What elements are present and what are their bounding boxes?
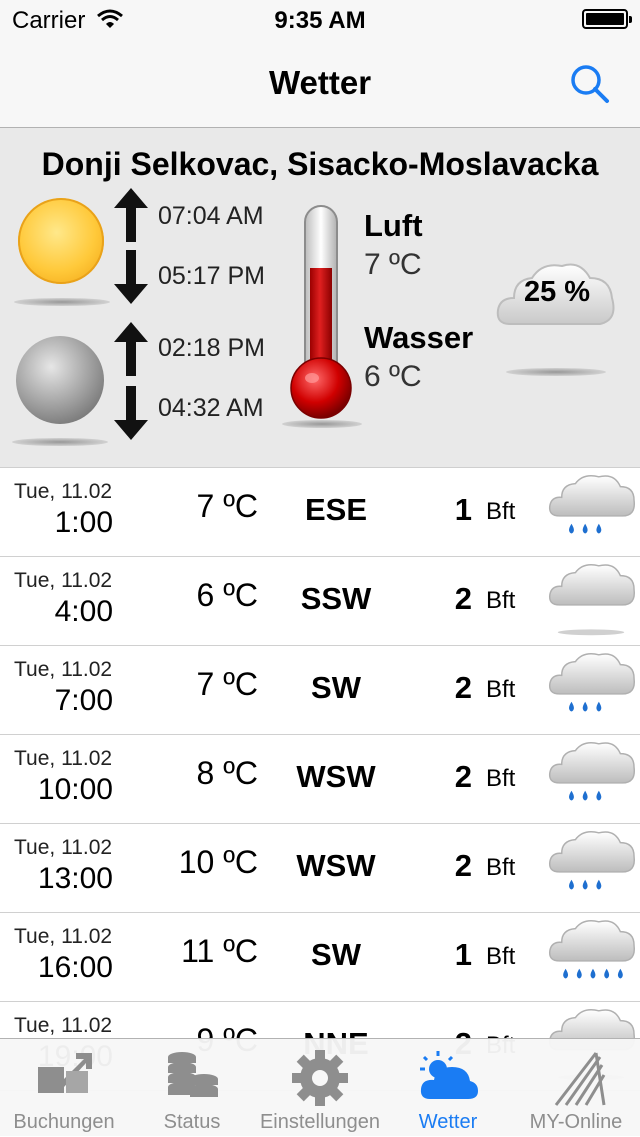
cloud-icon [548, 564, 636, 636]
air-temperature: 7 ºC [364, 248, 422, 281]
forecast-date: Tue, 11.02 [14, 658, 113, 681]
clock: 9:35 AM [274, 7, 366, 34]
wind-unit: Bft [486, 676, 516, 703]
forecast-row[interactable]: Tue, 11.02 1:00 7 ºC ESE 1 Bft [0, 468, 640, 557]
forecast-time: 13:00 [37, 862, 113, 895]
coins-stack-icon [168, 1052, 218, 1097]
forecast-date: Tue, 11.02 [14, 480, 113, 503]
forecast-date: Tue, 11.02 [14, 1014, 113, 1037]
wind-unit: Bft [486, 943, 516, 970]
water-temperature: 6 ºC [364, 360, 422, 393]
weather-summary: Donji Selkovac, Sisacko-Moslavacka 07:04… [0, 128, 640, 468]
gear-icon [292, 1050, 348, 1106]
arrow-up-icon [114, 322, 148, 376]
cloud-cover-value: 25 % [523, 276, 591, 308]
forecast-row[interactable]: Tue, 11.02 13:00 10 ºC WSW 2 Bft [0, 824, 640, 913]
forecast-time: 7:00 [54, 684, 113, 717]
sunrise-time: 07:04 AM [158, 202, 264, 230]
thermometer-icon [290, 205, 352, 419]
wind-direction: SSW [300, 581, 372, 616]
page-title: Wetter [268, 64, 372, 101]
forecast-time: 4:00 [54, 595, 113, 628]
moonrise-time: 02:18 PM [158, 334, 266, 362]
tab-buchungen[interactable]: Buchungen [0, 1039, 128, 1137]
sunset-time: 05:17 PM [158, 262, 266, 290]
forecast-list[interactable]: Tue, 11.02 1:00 7 ºC ESE 1 Bft Tue, 11.0… [0, 468, 640, 1091]
wind-direction: WSW [296, 759, 376, 794]
forecast-row[interactable]: Tue, 11.02 16:00 11 ºC SW 1 Bft [0, 913, 640, 1002]
wind-direction: WSW [296, 848, 376, 883]
water-label: Wasser [364, 320, 474, 355]
rain-cloud-icon [548, 831, 636, 890]
forecast-date: Tue, 11.02 [14, 836, 113, 859]
forecast-date: Tue, 11.02 [14, 747, 113, 770]
wind-unit: Bft [486, 498, 516, 525]
forecast-date: Tue, 11.02 [14, 569, 113, 592]
forecast-temperature: 7 ºC [196, 666, 258, 702]
heavy-rain-cloud-icon [548, 920, 636, 979]
wind-direction: ESE [304, 492, 368, 527]
forecast-row[interactable]: Tue, 11.02 7:00 7 ºC SW 2 Bft [0, 646, 640, 735]
forecast-time: 16:00 [37, 951, 113, 984]
tab-wetter[interactable]: Wetter [384, 1039, 512, 1137]
forecast-temperature: 8 ºC [196, 755, 258, 791]
forecast-temperature: 6 ºC [196, 577, 258, 613]
arrow-down-icon [114, 250, 148, 304]
rain-cloud-icon [548, 475, 636, 534]
forecast-row[interactable]: Tue, 11.02 10:00 8 ºC WSW 2 Bft [0, 735, 640, 824]
wind-direction: SW [311, 670, 361, 705]
wind-direction: SW [311, 937, 361, 972]
wind-force: 2 [454, 848, 472, 883]
wind-force: 1 [454, 937, 472, 972]
wind-force: 1 [454, 492, 472, 527]
forecast-temperature: 10 ºC [178, 844, 258, 880]
tab-status[interactable]: Status [128, 1039, 256, 1137]
tab-einstellungen[interactable]: Einstellungen [256, 1039, 384, 1137]
arrow-up-icon [114, 188, 148, 242]
arrow-down-icon [114, 386, 148, 440]
moon-icon [16, 336, 104, 424]
air-label: Luft [364, 208, 423, 243]
tab-my-online[interactable]: MY-Online [512, 1039, 640, 1137]
sail-icon [554, 1052, 606, 1106]
wind-force: 2 [454, 759, 472, 794]
forecast-time: 1:00 [54, 506, 113, 539]
navigation-bar: Carrier 9:35 AM Wetter [0, 0, 640, 128]
forecast-row[interactable]: Tue, 11.02 4:00 6 ºC SSW 2 Bft [0, 557, 640, 646]
rain-cloud-icon [548, 742, 636, 801]
status-bar: Carrier 9:35 AM [0, 0, 640, 40]
wind-unit: Bft [486, 765, 516, 792]
sun-icon [18, 198, 104, 284]
forecast-temperature: 11 ºC [181, 933, 258, 969]
wind-force: 2 [454, 670, 472, 705]
forecast-date: Tue, 11.02 [14, 925, 113, 948]
wind-unit: Bft [486, 587, 516, 614]
battery-icon [582, 9, 632, 29]
search-icon[interactable] [568, 62, 612, 106]
moonset-time: 04:32 AM [158, 394, 264, 422]
wind-unit: Bft [486, 854, 516, 881]
weather-icon [420, 1051, 478, 1099]
tab-bar: Buchungen Status Einstellungen Wetter MY… [0, 1038, 640, 1136]
location-title: Donji Selkovac, Sisacko-Moslavacka [41, 146, 599, 182]
wind-force: 2 [454, 581, 472, 616]
bookings-icon [38, 1053, 92, 1093]
rain-cloud-icon [548, 653, 636, 712]
forecast-time: 10:00 [37, 773, 113, 806]
forecast-temperature: 7 ºC [196, 488, 258, 524]
